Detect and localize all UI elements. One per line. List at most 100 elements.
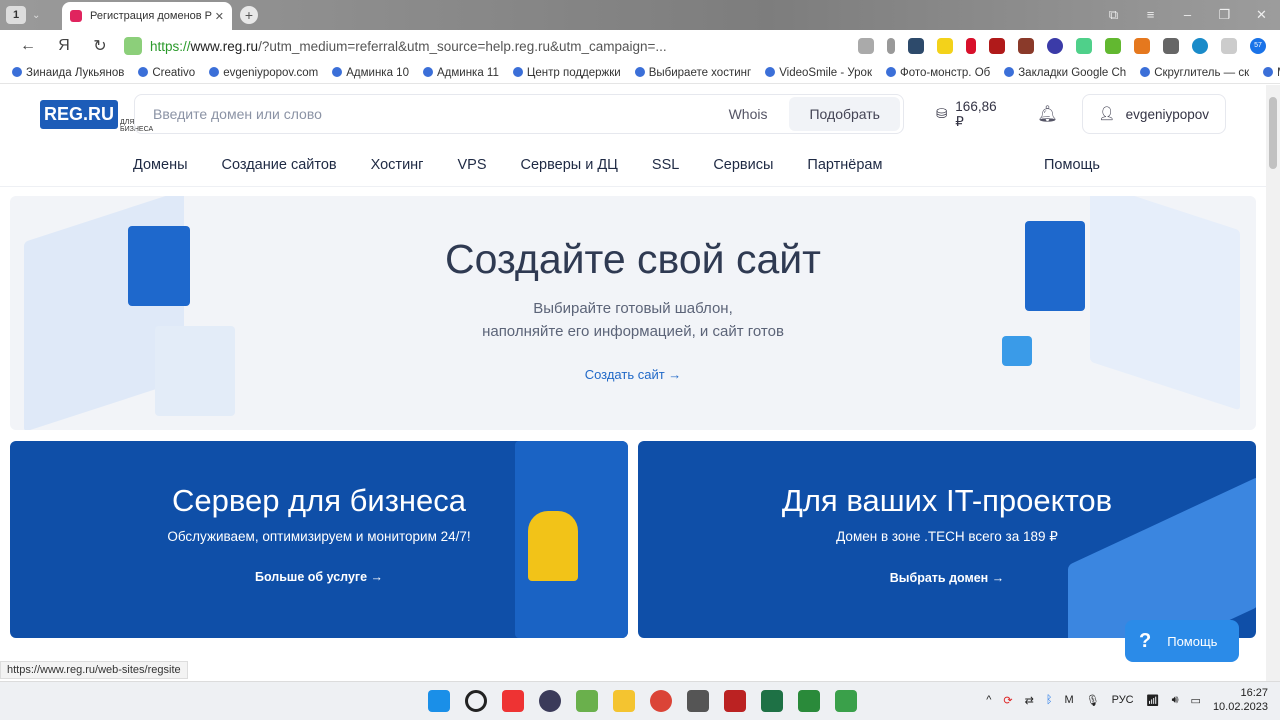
bookmark-item[interactable]: Админка 11	[423, 67, 499, 79]
bookmark-item[interactable]: Центр поддержки	[513, 67, 621, 79]
server-card[interactable]: Сервер для бизнеса Обслуживаем, оптимизи…	[10, 441, 628, 638]
restore-button[interactable]: ❐	[1206, 0, 1243, 30]
extension-icon[interactable]	[1047, 38, 1063, 54]
lock-icon[interactable]	[124, 37, 142, 55]
scrollbar[interactable]	[1266, 85, 1280, 681]
language-indicator[interactable]: РУС	[1112, 694, 1134, 706]
extension-icon[interactable]	[908, 38, 924, 54]
extension-icon[interactable]	[1076, 38, 1092, 54]
scrollbar-thumb[interactable]	[1269, 97, 1277, 169]
card-link[interactable]: Выбрать домен →	[890, 571, 1004, 585]
app-icon[interactable]	[576, 690, 598, 712]
app-tray-icon[interactable]: M	[1064, 694, 1073, 706]
volume-icon[interactable]: 🔊︎	[1172, 694, 1179, 707]
create-site-link[interactable]: Создать сайт →	[585, 367, 682, 382]
help-button[interactable]: ? Помощь	[1125, 620, 1239, 662]
illustration	[1025, 221, 1085, 311]
user-icon: 👤︎	[1098, 106, 1116, 121]
windows-start-icon[interactable]	[428, 690, 450, 712]
nav-servers[interactable]: Серверы и ДЦ	[521, 157, 618, 173]
nav-help[interactable]: Помощь	[1044, 157, 1100, 173]
menu-icon[interactable]: ≡	[1132, 0, 1169, 30]
bookmark-item[interactable]: Админка 10	[332, 67, 409, 79]
taskbar: ^ ⟳ ⇄ ᛒ M 🎙︎ РУС 📶︎ 🔊︎ ▭ 16:27 10.02.2023	[0, 681, 1280, 720]
yandex-browser-icon[interactable]	[502, 690, 524, 712]
extension-icon[interactable]	[1105, 38, 1121, 54]
extension-icon[interactable]	[989, 38, 1005, 54]
nav-partners[interactable]: Партнёрам	[807, 157, 882, 173]
question-icon: ?	[1139, 629, 1152, 652]
settings-icon[interactable]: ⇄	[1025, 694, 1034, 707]
extension-icon[interactable]	[1018, 38, 1034, 54]
wifi-icon[interactable]: 📶︎	[1146, 694, 1160, 707]
favicon-icon	[70, 10, 82, 22]
yandex-icon[interactable]: Я	[46, 37, 82, 55]
bookmark-item[interactable]: Выбираете хостинг	[635, 67, 751, 79]
balance[interactable]: ⛁ 166,86 ₽	[936, 99, 1007, 130]
new-tab-button[interactable]: +	[240, 6, 258, 24]
domain-search[interactable]: Введите домен или слово Whois Подобрать	[134, 94, 904, 134]
collections-icon[interactable]: ⧉	[1095, 0, 1132, 30]
search-icon[interactable]	[465, 690, 487, 712]
bookmark-item[interactable]: VideoSmile - Урок	[765, 67, 872, 79]
nav-hosting[interactable]: Хостинг	[371, 157, 424, 173]
battery-icon[interactable]: ▭	[1191, 694, 1201, 707]
reload-icon[interactable]: ↻	[82, 36, 118, 56]
nav-ssl[interactable]: SSL	[652, 157, 679, 173]
card-link[interactable]: Больше об услуге →	[255, 570, 383, 584]
extension-icon[interactable]	[1221, 38, 1237, 54]
sync-icon[interactable]: ⟳	[1003, 694, 1012, 707]
chevron-down-icon[interactable]: ⌄	[32, 10, 40, 21]
logo[interactable]: REG.RU ДЛЯ БИЗНЕСА	[40, 95, 153, 133]
nav-domains[interactable]: Домены	[133, 157, 188, 173]
app-icon[interactable]	[835, 690, 857, 712]
search-input[interactable]: Введите домен или слово	[153, 106, 729, 122]
illustration	[155, 326, 235, 416]
bell-icon[interactable]: 🔔︎	[1037, 104, 1057, 124]
calculator-icon[interactable]	[687, 690, 709, 712]
extension-icon[interactable]	[966, 38, 976, 54]
user-menu[interactable]: 👤︎ evgeniypopov	[1081, 94, 1226, 134]
back-icon[interactable]: ←	[10, 37, 46, 55]
bluetooth-icon[interactable]: ᛒ	[1046, 694, 1053, 706]
bookmark-item[interactable]: evgeniypopov.com	[209, 67, 318, 79]
extension-icon[interactable]	[1134, 38, 1150, 54]
nav-services[interactable]: Сервисы	[713, 157, 773, 173]
close-window-button[interactable]: ✕	[1243, 0, 1280, 30]
extension-icon[interactable]	[1163, 38, 1179, 54]
illustration	[1090, 196, 1240, 411]
folder-icon[interactable]	[613, 690, 635, 712]
extension-icon[interactable]	[1192, 38, 1208, 54]
extension-icon[interactable]	[858, 38, 874, 54]
nav-vps[interactable]: VPS	[457, 157, 486, 173]
bookmark-item[interactable]: Creativo	[138, 67, 195, 79]
url-field[interactable]: https://www.reg.ru/?utm_medium=referral&…	[150, 39, 858, 54]
nav-sites[interactable]: Создание сайтов	[222, 157, 337, 173]
app-icon[interactable]	[798, 690, 820, 712]
pick-button[interactable]: Подобрать	[789, 97, 900, 131]
app-icon[interactable]	[539, 690, 561, 712]
bookmark-item[interactable]: Мои	[1263, 67, 1280, 79]
bookmark-item[interactable]: Скруглитель — ск	[1140, 67, 1249, 79]
extension-icon[interactable]	[937, 38, 953, 54]
excel-icon[interactable]	[761, 690, 783, 712]
close-tab-icon[interactable]: ✕	[215, 10, 224, 23]
chrome-icon[interactable]	[650, 690, 672, 712]
tab-counter[interactable]: 1	[6, 6, 26, 24]
minimize-button[interactable]: –	[1169, 0, 1206, 30]
bookmark-item[interactable]: Фото-монстр. Об	[886, 67, 990, 79]
whois-link[interactable]: Whois	[729, 106, 768, 122]
hero-banner: Создайте свой сайт Выбирайте готовый шаб…	[10, 196, 1256, 430]
bookmark-item[interactable]: Зинаида Лукьянов	[12, 67, 124, 79]
microphone-icon[interactable]: 🎙︎	[1086, 694, 1100, 707]
filezilla-icon[interactable]	[724, 690, 746, 712]
bookmark-icon[interactable]	[887, 38, 895, 54]
clock[interactable]: 16:27 10.02.2023	[1213, 686, 1268, 714]
bookmark-item[interactable]: Закладки Google Ch	[1004, 67, 1126, 79]
illustration	[528, 511, 578, 581]
coins-icon: ⛁	[935, 106, 948, 121]
download-icon[interactable]: 57	[1250, 38, 1266, 54]
chevron-up-icon[interactable]: ^	[986, 694, 991, 706]
tech-card[interactable]: Для ваших IT-проектов Домен в зоне .TECH…	[638, 441, 1256, 638]
browser-tab[interactable]: Регистрация доменов Р ✕	[62, 2, 232, 30]
